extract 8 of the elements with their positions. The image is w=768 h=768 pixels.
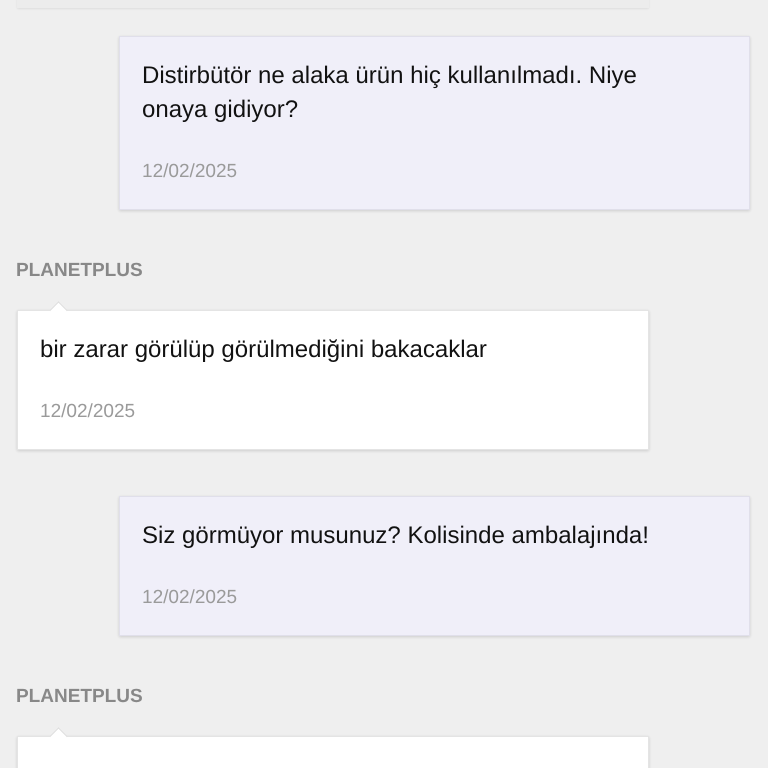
sender-name: PLANETPLUS (16, 686, 144, 708)
message-text: bir zarar görülüp görülmediğini bakacaklar (40, 335, 488, 365)
sender-name: PLANETPLUS (16, 260, 144, 282)
message-text: Siz görmüyor musunuz? Kolisinde ambalajında! (142, 521, 650, 551)
message-date: 12/02/2025 (142, 587, 238, 609)
message-date: 12/02/2025 (142, 161, 238, 183)
message-text: Distirbütör ne alaka ürün hiç kullanılmadı. Niye onaya gidiyor? (142, 61, 638, 125)
message-date: 12/02/2025 (40, 401, 136, 423)
